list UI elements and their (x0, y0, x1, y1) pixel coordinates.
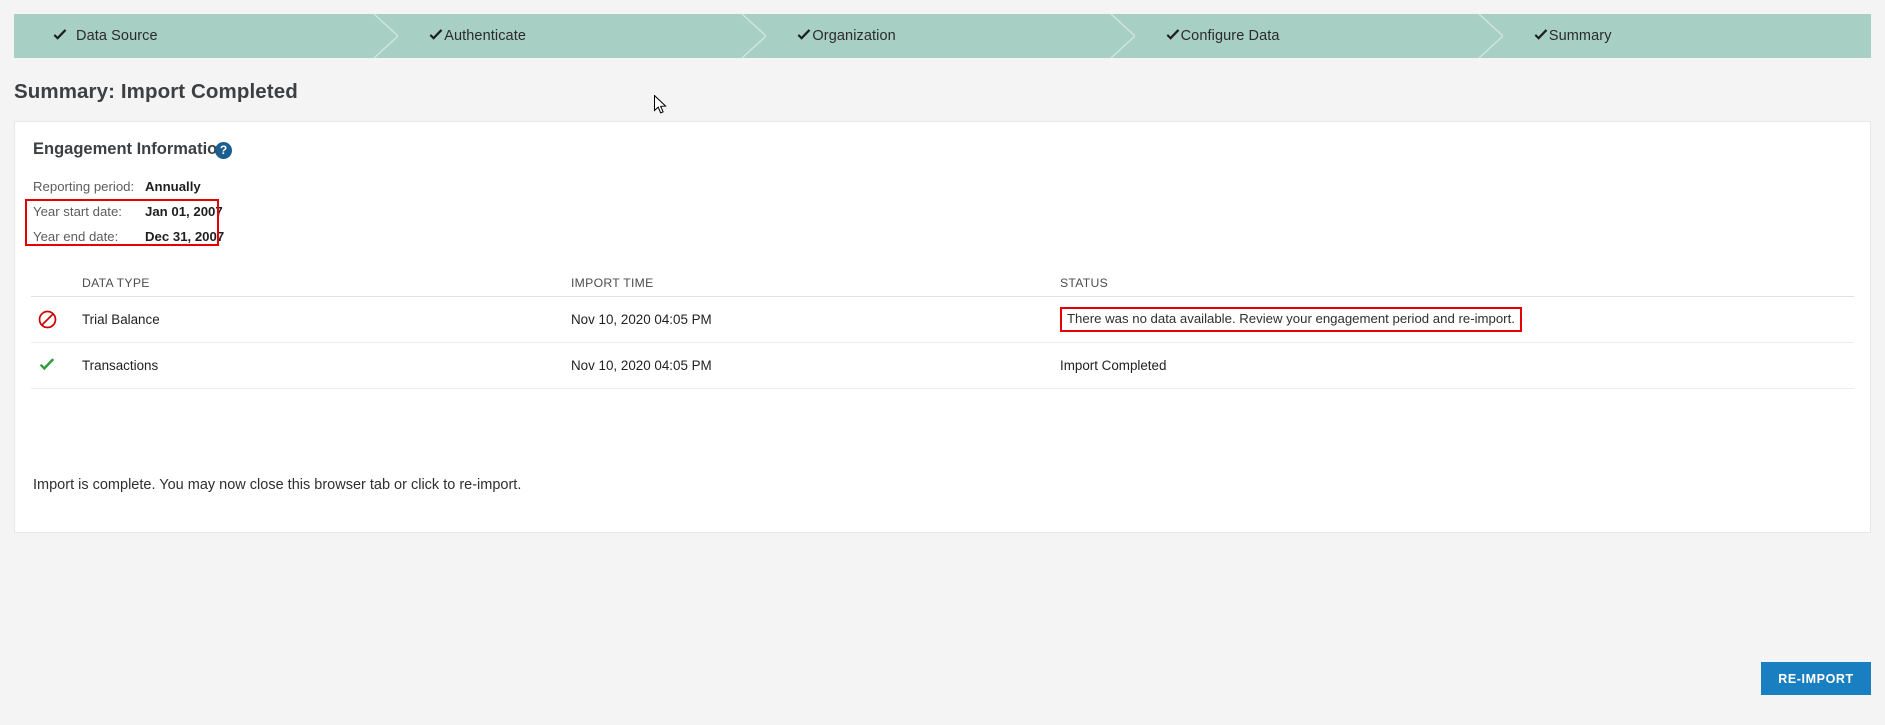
wizard-step-label: Summary (1548, 28, 1612, 44)
no-entry-icon (31, 310, 82, 329)
reimport-button[interactable]: RE-IMPORT (1761, 662, 1871, 695)
check-icon (52, 28, 68, 44)
chevron-separator-icon (741, 14, 768, 58)
cell-status: There was no data available. Review your… (1060, 307, 1854, 332)
page-title: Summary: Import Completed (14, 80, 298, 103)
cell-status: Import Completed (1060, 358, 1167, 373)
import-results-table: DATA TYPE IMPORT TIME STATUS Trial Balan… (31, 265, 1854, 389)
chevron-separator-icon (1110, 14, 1136, 58)
chevron-separator-icon (1478, 14, 1504, 58)
cell-data-type: Trial Balance (82, 312, 160, 327)
cell-data-type: Transactions (82, 358, 159, 373)
table-row: Transactions Nov 10, 2020 04:05 PM Impor… (31, 343, 1854, 389)
cell-import-time: Nov 10, 2020 04:05 PM (571, 358, 712, 373)
check-icon (796, 28, 812, 44)
chevron-separator-icon (373, 14, 400, 58)
info-value: Dec 31, 2007 (145, 229, 225, 244)
info-value: Annually (145, 179, 201, 194)
wizard-step-label: Data Source (76, 28, 158, 44)
mouse-cursor-icon (654, 94, 668, 115)
info-label: Year end date: (33, 229, 119, 244)
table-header-status: STATUS (1060, 276, 1109, 290)
wizard-step-bar: Data Source Authenticate Organization Co… (14, 14, 1871, 58)
info-label: Reporting period: (33, 179, 135, 194)
info-row-reporting-period: Reporting period: Annually (33, 174, 224, 199)
table-header-import-time: IMPORT TIME (571, 276, 654, 290)
table-header-row: DATA TYPE IMPORT TIME STATUS (31, 265, 1854, 297)
cell-import-time: Nov 10, 2020 04:05 PM (571, 312, 712, 327)
wizard-step-data-source[interactable]: Data Source (14, 14, 400, 58)
help-icon[interactable]: ? (215, 142, 232, 159)
engagement-info-block: Reporting period: Annually Year start da… (33, 174, 224, 249)
info-row-year-end-date: Year end date: Dec 31, 2007 (33, 224, 224, 249)
wizard-step-label: Organization (812, 28, 896, 44)
check-icon (31, 357, 82, 375)
card-title: Engagement Information (33, 140, 228, 158)
check-icon (1533, 28, 1549, 44)
table-header-data-type: DATA TYPE (82, 276, 150, 290)
import-complete-note: Import is complete. You may now close th… (33, 477, 522, 493)
summary-card: Engagement Information ? Reporting perio… (14, 121, 1871, 533)
wizard-step-authenticate[interactable]: Authenticate (398, 14, 768, 58)
status-error-message: There was no data available. Review your… (1060, 307, 1522, 332)
wizard-step-organization[interactable]: Organization (766, 14, 1136, 58)
wizard-step-label: Authenticate (444, 28, 527, 44)
wizard-step-configure-data[interactable]: Configure Data (1134, 14, 1504, 58)
info-value: Jan 01, 2007 (145, 204, 223, 219)
check-icon (1165, 28, 1181, 44)
info-label: Year start date: (33, 204, 122, 219)
check-icon (428, 28, 444, 44)
wizard-step-summary[interactable]: Summary (1502, 14, 1871, 58)
table-row: Trial Balance Nov 10, 2020 04:05 PM Ther… (31, 297, 1854, 343)
wizard-step-label: Configure Data (1180, 28, 1280, 44)
info-row-year-start-date: Year start date: Jan 01, 2007 (33, 199, 224, 224)
